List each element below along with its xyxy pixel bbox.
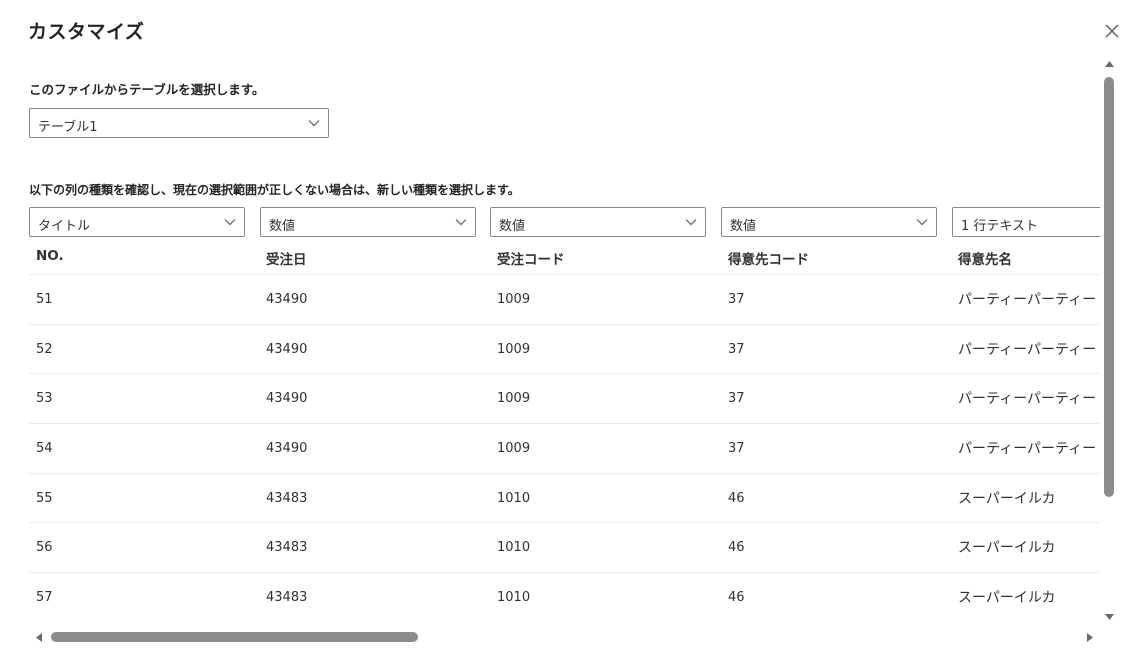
column-type-value: 数値 xyxy=(499,219,526,234)
cell-order-date: 43483 xyxy=(266,540,308,555)
chevron-down-icon xyxy=(916,219,928,226)
chevron-down-icon xyxy=(308,120,320,127)
table-row: 55 43483 1010 46 スーパーイルカ xyxy=(29,473,1100,523)
cell-customer-name: スーパーイルカ xyxy=(958,590,1056,606)
table-row: 51 43490 1009 37 パーティーパーティー xyxy=(29,274,1100,324)
cell-customer-name: パーティーパーティー xyxy=(958,391,1097,407)
cell-order-date: 43483 xyxy=(266,590,308,605)
chevron-down-icon xyxy=(455,219,467,226)
column-header-order-code: 受注コード xyxy=(497,252,565,268)
cell-order-date: 43490 xyxy=(266,441,308,456)
cell-customer-name: スーパーイルカ xyxy=(958,491,1056,507)
table-picker-dropdown[interactable]: テーブル1 xyxy=(29,108,329,138)
cell-customer-code: 46 xyxy=(728,491,745,506)
cell-no: 52 xyxy=(36,342,53,357)
cell-order-date: 43483 xyxy=(266,491,308,506)
table-row: 53 43490 1009 37 パーティーパーティー xyxy=(29,373,1100,423)
column-header-customer-code: 得意先コード xyxy=(728,252,809,268)
scroll-up-icon[interactable] xyxy=(1104,59,1115,69)
close-button[interactable] xyxy=(1101,20,1123,42)
cell-customer-name: スーパーイルカ xyxy=(958,540,1056,556)
table-row: 57 43483 1010 46 スーパーイルカ xyxy=(29,572,1100,622)
vertical-scrollbar-thumb[interactable] xyxy=(1104,77,1114,497)
close-icon xyxy=(1105,24,1119,38)
cell-no: 54 xyxy=(36,441,53,456)
table-row: 54 43490 1009 37 パーティーパーティー xyxy=(29,423,1100,473)
cell-order-date: 43490 xyxy=(266,292,308,307)
column-type-dropdown-5[interactable]: 1 行テキスト xyxy=(952,207,1100,237)
chevron-down-icon xyxy=(224,219,236,226)
column-grid: タイトル 数値 数値 数値 1 行テキスト NO. 受注日 受注コード 得意先コ… xyxy=(29,205,1100,625)
cell-order-code: 1009 xyxy=(497,292,531,307)
dialog-title: カスタマイズ xyxy=(28,21,145,43)
column-type-value: 1 行テキスト xyxy=(961,219,1039,234)
cell-customer-name: パーティーパーティー xyxy=(958,342,1097,358)
cell-customer-code: 37 xyxy=(728,292,745,307)
chevron-down-icon xyxy=(685,219,697,226)
cell-order-code: 1009 xyxy=(497,342,531,357)
cell-customer-name: パーティーパーティー xyxy=(958,441,1097,457)
cell-order-code: 1010 xyxy=(497,491,531,506)
column-header-order-date: 受注日 xyxy=(266,252,307,268)
cell-order-code: 1009 xyxy=(497,391,531,406)
table-row: 56 43483 1010 46 スーパーイルカ xyxy=(29,522,1100,572)
column-types-label: 以下の列の種類を確認し、現在の選択範囲が正しくない場合は、新しい種類を選択します… xyxy=(29,183,520,197)
column-type-value: タイトル xyxy=(38,219,91,234)
table-picker-value: テーブル1 xyxy=(38,120,98,135)
horizontal-scrollbar-thumb[interactable] xyxy=(51,632,418,642)
cell-customer-code: 37 xyxy=(728,441,745,456)
column-type-dropdown-4[interactable]: 数値 xyxy=(721,207,937,237)
cell-order-code: 1010 xyxy=(497,590,531,605)
table-picker-label: このファイルからテーブルを選択します。 xyxy=(29,82,265,97)
column-type-dropdown-1[interactable]: タイトル xyxy=(29,207,245,237)
column-header-no: NO. xyxy=(36,248,64,264)
cell-order-code: 1009 xyxy=(497,441,531,456)
cell-order-date: 43490 xyxy=(266,342,308,357)
scroll-right-icon[interactable] xyxy=(1085,632,1095,643)
scroll-left-icon[interactable] xyxy=(34,632,44,643)
table-row: 52 43490 1009 37 パーティーパーティー xyxy=(29,324,1100,374)
column-type-dropdown-3[interactable]: 数値 xyxy=(490,207,706,237)
cell-customer-code: 46 xyxy=(728,590,745,605)
cell-no: 57 xyxy=(36,590,53,605)
scroll-down-icon[interactable] xyxy=(1104,612,1115,622)
cell-no: 53 xyxy=(36,391,53,406)
cell-customer-code: 37 xyxy=(728,342,745,357)
cell-no: 56 xyxy=(36,540,53,555)
column-type-value: 数値 xyxy=(269,219,296,234)
cell-no: 55 xyxy=(36,491,53,506)
column-type-dropdown-2[interactable]: 数値 xyxy=(260,207,476,237)
cell-no: 51 xyxy=(36,292,53,307)
cell-order-date: 43490 xyxy=(266,391,308,406)
column-type-value: 数値 xyxy=(730,219,757,234)
column-header-customer-name: 得意先名 xyxy=(958,252,1012,268)
cell-order-code: 1010 xyxy=(497,540,531,555)
cell-customer-code: 37 xyxy=(728,391,745,406)
cell-customer-code: 46 xyxy=(728,540,745,555)
cell-customer-name: パーティーパーティー xyxy=(958,292,1097,308)
